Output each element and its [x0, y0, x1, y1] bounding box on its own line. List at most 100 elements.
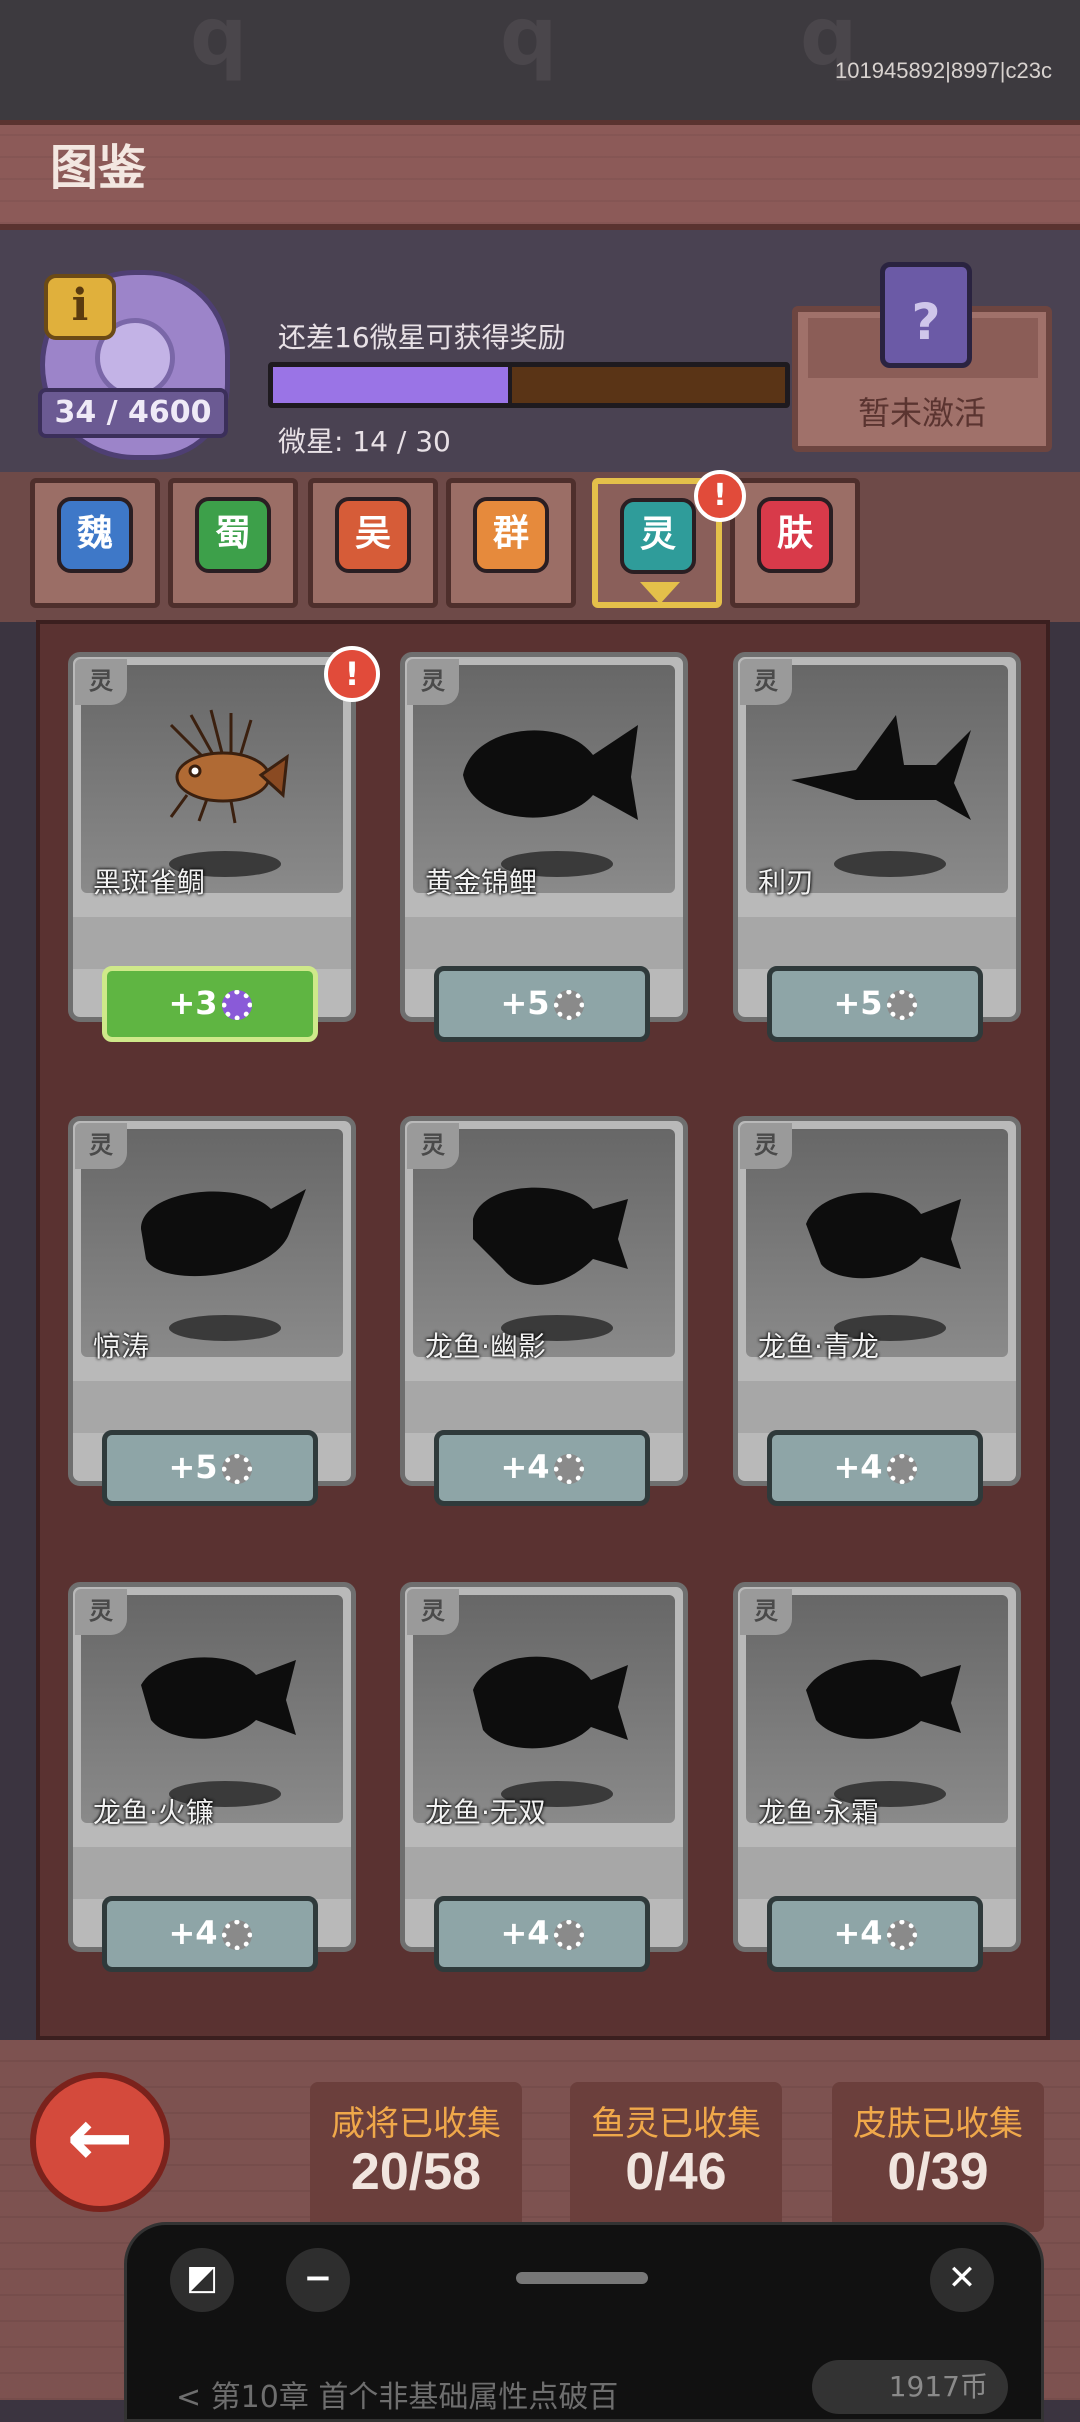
stat-label: 皮肤已收集 [853, 2104, 1023, 2144]
star-gear-icon [221, 1920, 252, 1950]
fish-name: 龙鱼·火镰 [93, 1796, 214, 1829]
active-tab-pointer [640, 582, 680, 604]
bonus-button[interactable]: +5 [434, 966, 650, 1042]
card-ribbon [73, 1381, 351, 1433]
coin-balance: 1917币 [812, 2360, 1008, 2414]
expand-icon[interactable]: ◩ [170, 2248, 234, 2312]
fish-shadow [834, 851, 946, 877]
fish-silhouette-icon [473, 1187, 628, 1286]
star-gear-icon [553, 1454, 584, 1484]
bonus-button[interactable]: +4 [434, 1430, 650, 1506]
star-count: 微星: 14 / 30 [278, 425, 451, 458]
claim-bonus-button[interactable]: +3 [102, 966, 318, 1042]
bonus-value: +3 [168, 984, 218, 1022]
page-title: 图鉴 [50, 142, 147, 195]
bonus-value: +4 [168, 1914, 218, 1952]
star-gear-icon [553, 1920, 584, 1950]
star-gear-icon [886, 990, 917, 1020]
card-ribbon [73, 1847, 351, 1899]
card-tag: 灵 [75, 659, 127, 705]
tab-skin-icon: 肤 [757, 497, 833, 573]
bonus-value: +5 [833, 984, 883, 1022]
title-plank [0, 120, 1080, 230]
tab-alert-icon: ! [694, 470, 746, 522]
fish-name: 龙鱼·幽影 [425, 1330, 546, 1363]
bonus-value: +4 [833, 1448, 883, 1486]
fish-name: 龙鱼·青龙 [758, 1330, 879, 1363]
bonus-value: +4 [500, 1914, 550, 1952]
lionfish-icon [169, 709, 289, 824]
star-gear-icon [886, 1920, 917, 1950]
tab-wei[interactable]: 魏 [30, 478, 160, 608]
fish-name: 龙鱼·无双 [425, 1796, 546, 1829]
reward-progress-bar [268, 362, 790, 408]
bonus-button[interactable]: +4 [102, 1896, 318, 1972]
tab-ling-icon: 灵 [620, 498, 696, 574]
bonus-button[interactable]: +4 [434, 1896, 650, 1972]
reward-hint: 还差16微星可获得奖励 [278, 321, 566, 354]
fish-silhouette-icon [463, 725, 638, 820]
bonus-value: +5 [500, 984, 550, 1022]
card-ribbon [738, 1381, 1016, 1433]
back-button[interactable]: ← [30, 2072, 170, 2212]
star-gear-icon [886, 1454, 917, 1484]
bonus-value: +4 [500, 1448, 550, 1486]
reward-progress-fill [273, 367, 512, 403]
chest-question-icon: ? [880, 262, 972, 368]
card-ribbon [738, 917, 1016, 969]
bonus-value: +4 [833, 1914, 883, 1952]
tab-shu[interactable]: 蜀 [168, 478, 298, 608]
fish-silhouette-icon [141, 1657, 296, 1739]
stat-fish-spirits: 鱼灵已收集 0/46 [570, 2082, 782, 2232]
stat-label: 鱼灵已收集 [591, 2104, 761, 2144]
stat-skins: 皮肤已收集 0/39 [832, 2082, 1044, 2232]
drag-handle[interactable] [516, 2272, 648, 2284]
stat-value: 0/46 [625, 2143, 727, 2201]
tab-wei-icon: 魏 [57, 497, 133, 573]
star-gear-icon [221, 1454, 252, 1484]
bonus-button[interactable]: +4 [767, 1430, 983, 1506]
card-alert-icon: ! [324, 646, 380, 702]
minimize-icon[interactable]: − [286, 2248, 350, 2312]
card-tag: 灵 [75, 1589, 127, 1635]
chapter-text: < 第10章 首个非基础属性点破百 [176, 2380, 619, 2415]
tab-qun[interactable]: 群 [446, 478, 576, 608]
stat-label: 咸将已收集 [331, 2104, 501, 2144]
fish-name: 黄金锦鲤 [425, 866, 538, 899]
fish-silhouette-icon [141, 1189, 306, 1277]
back-arrow-icon: ← [66, 2091, 134, 2184]
bonus-button[interactable]: +5 [102, 1430, 318, 1506]
card-tag: 灵 [407, 1123, 459, 1169]
close-icon[interactable]: ✕ [930, 2248, 994, 2312]
crest-progress: 34 / 4600 [38, 388, 228, 438]
card-tag: 灵 [740, 1589, 792, 1635]
fish-silhouette-icon [791, 715, 971, 820]
star-gear-icon [221, 990, 252, 1020]
star-gear-icon [553, 990, 584, 1020]
card-tag: 灵 [407, 659, 459, 705]
card-tag: 灵 [407, 1589, 459, 1635]
info-icon[interactable]: i [44, 274, 116, 340]
card-tag: 灵 [740, 659, 792, 705]
fish-name: 惊涛 [93, 1330, 150, 1363]
card-ribbon [73, 917, 351, 969]
bonus-button[interactable]: +5 [767, 966, 983, 1042]
fish-name: 利刃 [758, 866, 815, 899]
background-ghost-mark: q [190, 0, 248, 83]
bonus-button[interactable]: +4 [767, 1896, 983, 1972]
tab-wu-icon: 吴 [335, 497, 411, 573]
tab-shu-icon: 蜀 [195, 497, 271, 573]
fish-silhouette-icon [473, 1656, 628, 1749]
background-ghost-mark: q [500, 0, 558, 83]
fish-silhouette-icon [806, 1192, 961, 1279]
card-ribbon [405, 1847, 683, 1899]
fish-silhouette-icon [806, 1659, 961, 1739]
card-ribbon [738, 1847, 1016, 1899]
bonus-value: +5 [168, 1448, 218, 1486]
card-tag: 灵 [740, 1123, 792, 1169]
tab-wu[interactable]: 吴 [308, 478, 438, 608]
tab-qun-icon: 群 [473, 497, 549, 573]
tab-skin[interactable]: 肤 [730, 478, 860, 608]
build-id: 101945892|8997|c23c [835, 58, 1052, 83]
stat-value: 0/39 [887, 2143, 989, 2201]
